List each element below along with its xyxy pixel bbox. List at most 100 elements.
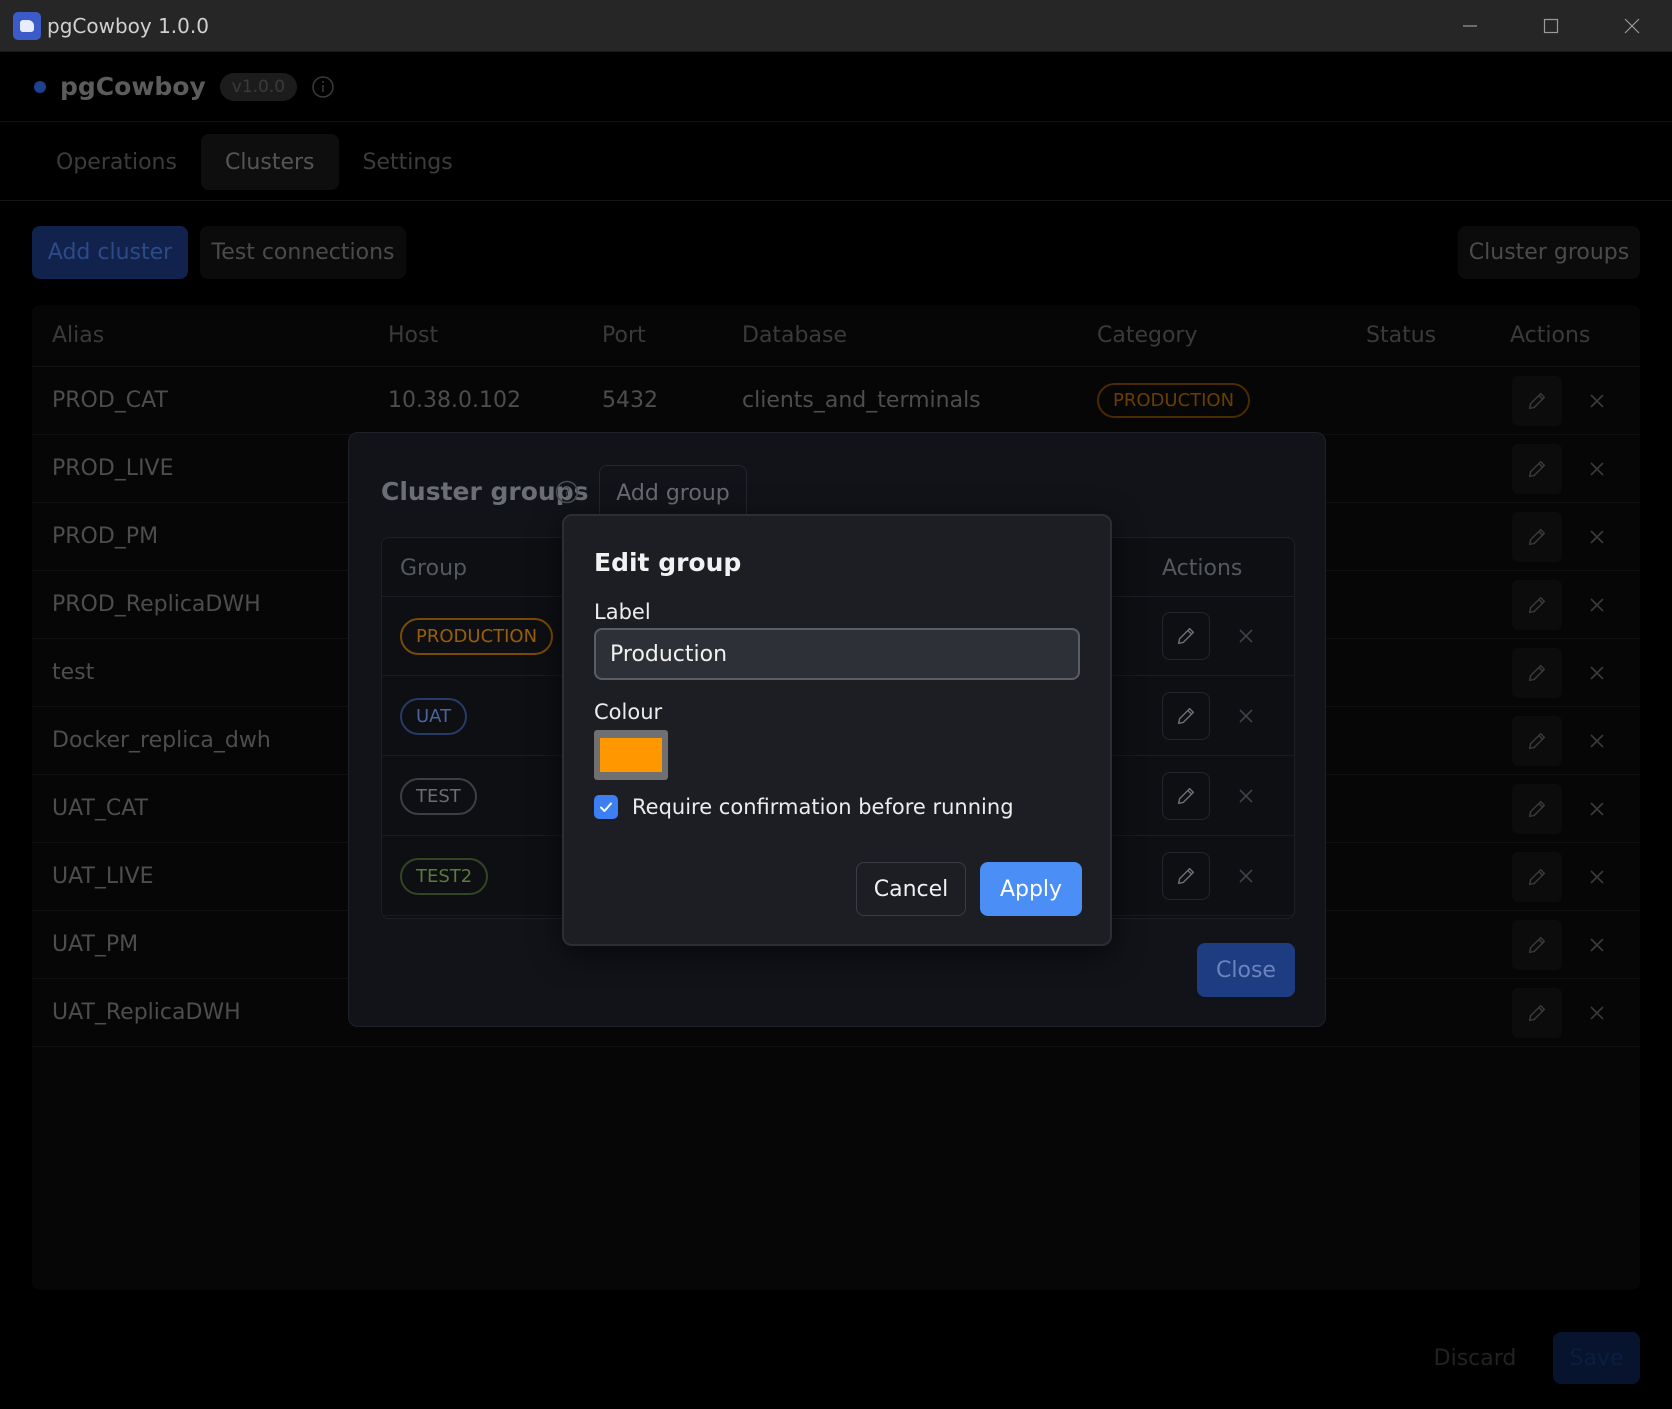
close-icon	[1239, 789, 1253, 803]
delete-cluster-button[interactable]	[1572, 852, 1622, 902]
column-header-database: Database	[742, 323, 847, 348]
edit-cluster-button[interactable]	[1512, 919, 1562, 970]
close-button[interactable]: Close	[1197, 943, 1295, 997]
delete-group-button[interactable]	[1222, 612, 1270, 660]
app-logo-icon	[13, 11, 41, 40]
close-icon	[1239, 709, 1253, 723]
edit-group-button[interactable]	[1162, 852, 1210, 900]
tab-settings[interactable]: Settings	[339, 134, 477, 190]
alias-cell: PROD_CAT	[52, 388, 168, 413]
group-badge: PRODUCTION	[400, 618, 554, 655]
add-cluster-button[interactable]: Add cluster	[32, 226, 188, 279]
edit-group-button[interactable]	[1162, 612, 1210, 660]
edit-cluster-button[interactable]	[1512, 647, 1562, 698]
maximize-icon	[1543, 18, 1558, 34]
column-header-category: Category	[1097, 323, 1198, 348]
cluster-groups-button[interactable]: Cluster groups	[1458, 226, 1640, 279]
delete-group-button[interactable]	[1222, 692, 1270, 740]
cancel-button[interactable]: Cancel	[856, 862, 966, 916]
save-button[interactable]: Save	[1553, 1332, 1640, 1384]
pencil-icon	[1528, 732, 1546, 749]
close-icon	[1590, 733, 1604, 748]
close-icon	[1590, 665, 1604, 680]
alias-cell: UAT_CAT	[52, 796, 149, 821]
edit-cluster-button[interactable]	[1512, 851, 1562, 902]
close-icon	[1590, 937, 1604, 952]
port-cell: 5432	[602, 388, 658, 413]
test-connections-button[interactable]: Test connections	[200, 226, 406, 279]
delete-cluster-button[interactable]	[1572, 444, 1622, 494]
close-icon	[1624, 18, 1639, 34]
delete-cluster-button[interactable]	[1572, 784, 1622, 834]
group-badge: TEST	[400, 778, 477, 815]
host-cell: 10.38.0.102	[388, 388, 521, 413]
add-group-button[interactable]: Add group	[599, 465, 747, 521]
edit-cluster-button[interactable]	[1512, 443, 1562, 494]
alias-cell: UAT_PM	[52, 932, 139, 957]
window-controls	[1429, 0, 1672, 52]
pencil-icon	[1177, 627, 1195, 645]
edit-cluster-button[interactable]	[1512, 511, 1562, 562]
table-header: Alias Host Port Database Category Status…	[32, 305, 1640, 367]
apply-button[interactable]: Apply	[980, 862, 1082, 916]
app-header: pgCowboy v1.0.0	[0, 52, 1672, 122]
colour-field-caption: Colour	[594, 700, 663, 724]
edit-cluster-button[interactable]	[1512, 783, 1562, 834]
delete-cluster-button[interactable]	[1572, 648, 1622, 698]
close-icon	[1590, 529, 1604, 544]
require-confirmation-checkbox[interactable]	[594, 795, 618, 819]
edit-cluster-button[interactable]	[1512, 715, 1562, 766]
require-confirmation-row[interactable]: Require confirmation before running	[594, 795, 1014, 819]
main-tabs: Operations Clusters Settings	[32, 134, 477, 190]
delete-cluster-button[interactable]	[1572, 376, 1622, 426]
category-badge: PRODUCTION	[1097, 383, 1251, 418]
minimize-button[interactable]	[1429, 0, 1510, 52]
tab-operations[interactable]: Operations	[32, 134, 201, 190]
brand-name: pgCowboy	[60, 72, 206, 101]
edit-cluster-button[interactable]	[1512, 987, 1562, 1038]
checkmark-icon	[600, 802, 612, 812]
discard-button[interactable]: Discard	[1420, 1332, 1530, 1384]
edit-group-button[interactable]	[1162, 692, 1210, 740]
close-icon	[1590, 869, 1604, 884]
database-cell: clients_and_terminals	[742, 388, 981, 413]
close-window-button[interactable]	[1591, 0, 1672, 52]
pencil-icon	[1528, 392, 1546, 409]
delete-cluster-button[interactable]	[1572, 716, 1622, 766]
close-icon	[1590, 597, 1604, 612]
pencil-icon	[1528, 664, 1546, 681]
info-icon[interactable]	[311, 75, 335, 99]
label-field-caption: Label	[594, 600, 651, 624]
help-icon[interactable]: ?	[555, 480, 579, 504]
window-title: pgCowboy 1.0.0	[47, 13, 209, 38]
column-header-host: Host	[388, 323, 439, 348]
delete-cluster-button[interactable]	[1572, 988, 1622, 1038]
version-badge: v1.0.0	[219, 72, 298, 101]
pencil-icon	[1177, 787, 1195, 805]
edit-group-button[interactable]	[1162, 772, 1210, 820]
delete-cluster-button[interactable]	[1572, 920, 1622, 970]
close-icon	[1590, 1005, 1604, 1020]
delete-cluster-button[interactable]	[1572, 512, 1622, 562]
colour-swatch	[600, 738, 662, 772]
label-input[interactable]	[594, 628, 1080, 680]
delete-cluster-button[interactable]	[1572, 580, 1622, 630]
pencil-icon	[1528, 1004, 1546, 1021]
alias-cell: UAT_ReplicaDWH	[52, 1000, 241, 1025]
status-dot	[34, 80, 46, 93]
tab-clusters[interactable]: Clusters	[200, 134, 339, 190]
maximize-button[interactable]	[1510, 0, 1591, 52]
minimize-icon	[1462, 25, 1477, 27]
column-header-actions: Actions	[1510, 323, 1591, 348]
close-icon	[1239, 629, 1253, 643]
column-header-port: Port	[602, 323, 646, 348]
pencil-icon	[1528, 800, 1546, 817]
pencil-icon	[1177, 867, 1195, 885]
colour-picker[interactable]	[594, 730, 668, 780]
edit-cluster-button[interactable]	[1512, 375, 1562, 426]
edit-cluster-button[interactable]	[1512, 579, 1562, 630]
column-header-group: Group	[400, 556, 467, 581]
delete-group-button[interactable]	[1222, 852, 1270, 900]
pencil-icon	[1528, 596, 1546, 613]
delete-group-button[interactable]	[1222, 772, 1270, 820]
